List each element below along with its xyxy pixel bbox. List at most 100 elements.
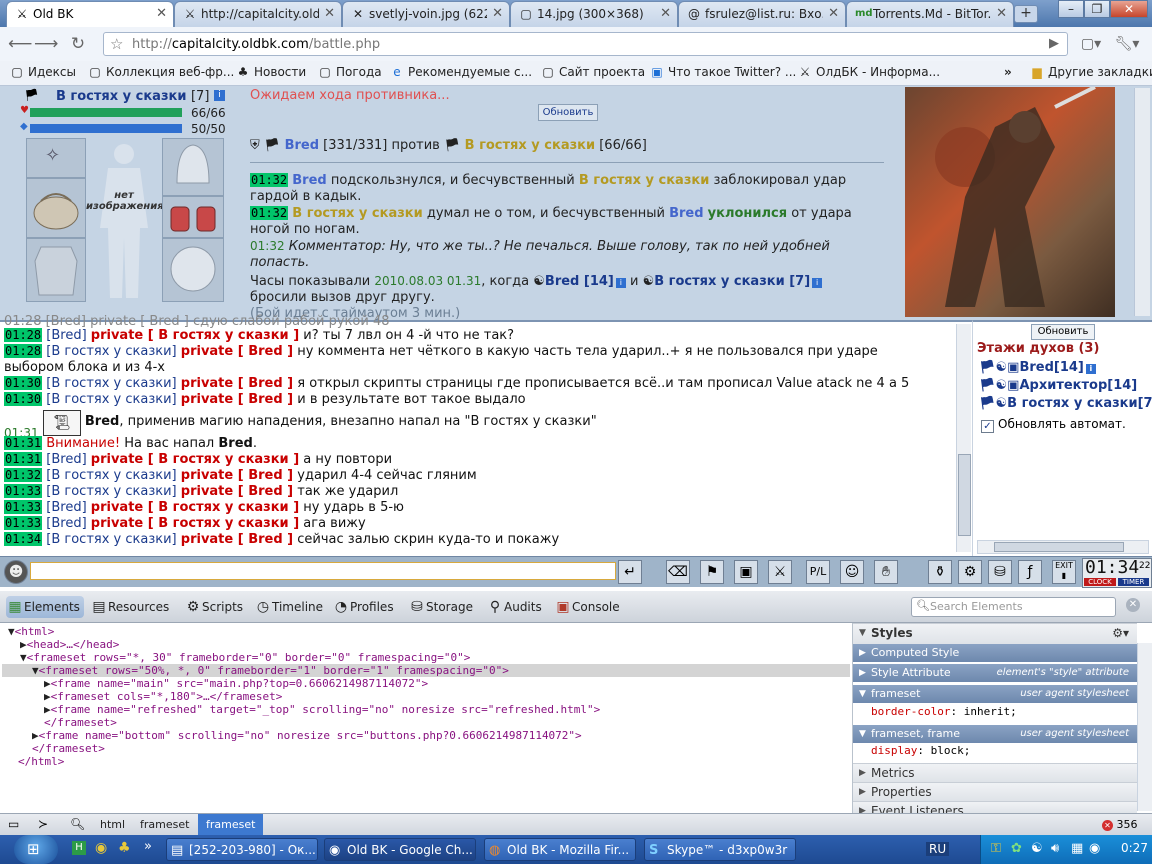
log-player[interactable]: В гостях у сказки [7] [654,274,810,289]
page-menu-icon[interactable]: ▢▾ [1076,34,1106,54]
chat-author[interactable]: [В гостях у сказки] [46,484,176,499]
info-icon[interactable]: i [214,90,225,101]
breadcrumb-frameset-selected[interactable]: frameset [198,814,264,836]
minimize-button[interactable]: – [1058,0,1084,18]
network-icon[interactable]: ▦ [1071,841,1083,856]
hand-icon[interactable]: ✋︎ [874,560,898,584]
dom-node-selected[interactable]: ▼<frameset rows="50%, *, 0" frameborder=… [2,664,850,677]
quicklaunch-chevron[interactable]: » [144,839,152,854]
smiley-menu-icon[interactable]: ☻ [4,560,28,584]
quicklaunch-icon[interactable]: ♣ [118,840,131,856]
refresh-button[interactable]: Обновить [538,104,598,121]
chat-author[interactable]: [Bred] [46,516,86,531]
room-player[interactable]: 🏴︎☯▣Архитектор[14] [979,378,1137,393]
quicklaunch-icon[interactable]: H [72,841,86,855]
error-count[interactable]: ✕ 356 [1102,818,1138,831]
equip-slot-weapon[interactable]: ✧ [26,138,86,178]
chat-input[interactable] [30,562,616,580]
close-icon[interactable]: ✕ [156,6,167,21]
dom-node[interactable]: ▶<frame name="refreshed" target="_top" s… [44,703,600,716]
breadcrumb-html[interactable]: html [92,814,133,836]
bookmark-item[interactable]: ▢ Коллекция веб-фр... [88,65,234,79]
taskbar-item[interactable]: ▤ [252-203-980] - Ок... [166,838,318,861]
send-icon[interactable]: ↵ [618,560,642,584]
equip-slot-shield[interactable] [162,238,224,302]
close-icon[interactable]: ✕ [996,6,1007,21]
info-icon[interactable]: i [1085,364,1096,374]
chat-author[interactable]: [В гостях у сказки] [46,376,176,391]
start-button[interactable]: ⊞ [14,835,58,864]
bookmark-item[interactable]: ▢ Сайт проекта [541,65,645,79]
rule-header[interactable]: ▼ frameset user agent stylesheet [853,685,1137,703]
chat-private-to[interactable]: private [ В гостях у сказки ] [91,516,299,531]
bookmark-item[interactable]: ♣ Новости [236,65,307,79]
info-icon[interactable]: i [812,278,823,288]
dom-node[interactable]: </html> [18,755,64,768]
tray-icon[interactable]: ☯ [1031,841,1043,856]
computed-style-header[interactable]: ▶ Computed Style [853,644,1137,662]
fighter1-name[interactable]: Bred [285,138,319,153]
chat-author[interactable]: Bred [85,414,119,429]
styles-header[interactable]: ▼ Styles ⚙▾ [853,623,1137,644]
chat-author[interactable]: [В гостях у сказки] [46,532,176,547]
devtools-tab-resources[interactable]: ▤ Resources [90,596,169,618]
clock-text[interactable]: 0:27 [1121,841,1148,855]
room-hscrollbar[interactable] [977,540,1149,554]
chat-private-to[interactable]: private [ Bred ] [181,532,293,547]
other-bookmarks[interactable]: ▆ Другие закладки [1030,65,1152,79]
devtools-tab-profiles[interactable]: ◔ Profiles [332,596,394,618]
wrench-menu-icon[interactable]: 🔧︎▾ [1112,34,1142,54]
tab-svetlyj-voin[interactable]: ✕ svetlyj-voin.jpg (622... ✕ [342,1,510,27]
log-player[interactable]: Bred [14] [545,274,614,289]
breadcrumb-frameset[interactable]: frameset [132,814,197,836]
chat-private-to[interactable]: private [ Bred ] [181,376,293,391]
chrome-quicklaunch-icon[interactable]: ◉ [95,840,107,856]
eraser-icon[interactable]: ⌫ [666,560,690,584]
tab-capitalcity[interactable]: ⚔ http://capitalcity.old... ✕ [174,1,342,27]
style-attribute-header[interactable]: ▶ Style Attribute element's "style" attrib… [853,664,1137,682]
taskbar-item[interactable]: S Skype™ - d3xp0w3r [644,838,796,861]
bookmark-item[interactable]: ⚔ ОлдБК - Информа... [798,65,940,79]
tab-mail[interactable]: @ fsrulez@list.ru: Вхо... ✕ [678,1,846,27]
chat-author[interactable]: [Bred] [46,452,86,467]
scroll-icon[interactable]: ⚙ [958,560,982,584]
reload-button[interactable]: ↻ [68,34,88,54]
exit-button[interactable]: EXIT ▮ [1052,560,1076,584]
auto-refresh-option[interactable]: ✓ Обновлять автомат. [981,417,1126,433]
dom-node[interactable]: ▶<frame name="main" src="main.php?top=0.… [44,677,428,690]
chat-private-to[interactable]: private [ Bred ] [181,344,293,359]
dom-node[interactable]: </frameset> [32,742,105,755]
close-icon[interactable]: ✕ [828,6,839,21]
dom-node[interactable]: ▶<frameset cols="*,180">…</frameset> [44,690,282,703]
back-button[interactable]: ⟵ [8,34,32,54]
chat-author[interactable]: [В гостях у сказки] [46,468,176,483]
dom-node[interactable]: ▶<head>…</head> [20,638,119,651]
maximize-button[interactable]: ❐ [1084,0,1110,18]
auto-refresh-checkbox[interactable]: ✓ [981,420,994,433]
tab-14-jpg[interactable]: ▢ 14.jpg (300×368) ✕ [510,1,678,27]
tray-icon[interactable]: ◉ [1089,841,1100,856]
dom-node[interactable]: ▼<html> [8,625,54,638]
chat-private-to[interactable]: private [ В гостях у сказки ] [91,500,299,515]
new-tab-button[interactable]: + [1014,5,1038,23]
address-bar[interactable]: ☆ http://capitalcity.oldbk.com/battle.ph… [103,32,1068,56]
devtools-tab-audits[interactable]: ⚲ Audits [486,596,542,618]
search-elements-input[interactable]: 🔍︎ Search Elements [911,597,1116,617]
potion-icon[interactable]: ⚱ [928,560,952,584]
room-player[interactable]: 🏴︎☯▣Bred[14] i [979,360,1096,375]
room-player-name[interactable]: Архитектор[14] [1019,378,1137,393]
emoticon-icon[interactable]: ☺ [840,560,864,584]
room-player-name[interactable]: В гостях у сказки[7 [1007,396,1152,411]
filter-icon[interactable]: ⚑ [700,560,724,584]
tab-old-bk[interactable]: ⚔ Old BK ✕ [6,1,174,27]
dom-node[interactable]: ▼<frameset rows="*, 30" frameborder="0" … [20,651,470,664]
close-icon[interactable]: ✕ [492,6,503,21]
volume-icon[interactable]: 🔊︎ [1051,841,1059,856]
dom-node[interactable]: ▶<frame name="bottom" scrolling="no" nor… [32,729,582,742]
go-icon[interactable]: ▶ [1044,34,1064,54]
info-icon[interactable]: i [615,278,626,288]
chat-author[interactable]: [В гостях у сказки] [46,392,176,407]
bookmarks-overflow-chevron[interactable]: » [1004,65,1012,79]
game-scrollbar[interactable] [1134,88,1150,316]
tab-torrents[interactable]: md Torrents.Md - BitTor... ✕ [846,1,1014,27]
